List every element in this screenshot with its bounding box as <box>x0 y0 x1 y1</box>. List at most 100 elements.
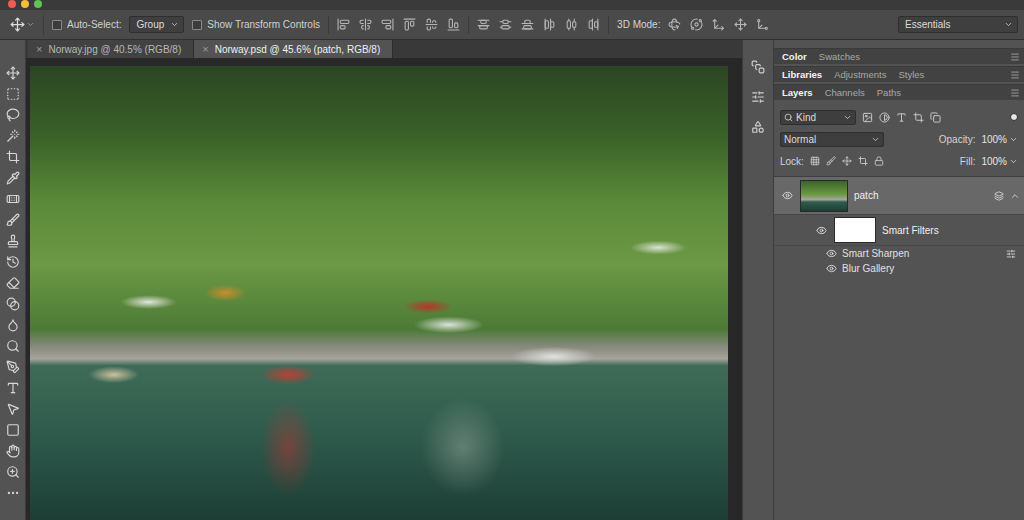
adjustment-filter-icon[interactable] <box>879 112 890 123</box>
smart-filters-row[interactable]: Smart Filters <box>774 215 1024 246</box>
distribute-horizontal-center-icon[interactable] <box>565 18 578 31</box>
distribute-vertical-center-icon[interactable] <box>499 18 512 31</box>
document-image[interactable] <box>30 66 728 520</box>
move-tool-icon[interactable] <box>6 66 20 80</box>
zoom-window-button[interactable] <box>34 0 42 8</box>
smart-filter-row[interactable]: Blur Gallery <box>774 261 1024 276</box>
panel-tab[interactable]: Swatches <box>813 50 866 63</box>
eraser-tool-icon[interactable] <box>6 276 20 290</box>
visibility-toggle[interactable] <box>824 247 838 261</box>
panel-tab[interactable]: Color <box>776 50 813 63</box>
type-filter-icon[interactable] <box>896 112 907 123</box>
tool-preset-picker[interactable] <box>10 15 44 35</box>
distribute-left-icon[interactable] <box>543 18 556 31</box>
healing-brush-tool-icon[interactable] <box>6 192 20 206</box>
drag-3d-icon[interactable] <box>712 18 725 31</box>
type-tool-icon[interactable] <box>6 381 20 395</box>
pen-tool-icon[interactable] <box>6 360 20 374</box>
panel-tab[interactable]: Paths <box>871 86 907 99</box>
align-left-icon[interactable] <box>403 18 416 31</box>
panel-menu-button[interactable] <box>1010 88 1020 98</box>
roll-3d-icon[interactable] <box>690 18 703 31</box>
blur-tool-icon[interactable] <box>6 318 20 332</box>
document-tab[interactable]: ×Norway.jpg @ 40.5% (RGB/8) <box>28 40 194 58</box>
distribute-bottom-icon[interactable] <box>521 18 534 31</box>
marquee-tool-icon[interactable] <box>6 87 20 101</box>
align-vertical-center-icon[interactable] <box>359 18 372 31</box>
panel-tab[interactable]: Channels <box>819 86 871 99</box>
brush-tool-icon[interactable] <box>6 213 20 227</box>
visibility-toggle[interactable] <box>824 262 838 276</box>
lock-all-icon[interactable] <box>874 156 884 166</box>
pixel-filter-icon[interactable] <box>862 112 873 123</box>
crop-tool-icon[interactable] <box>6 150 20 164</box>
lock-pixels-icon[interactable] <box>826 156 836 166</box>
auto-select-checkbox[interactable]: Auto-Select: <box>52 19 121 30</box>
align-horizontal-center-icon[interactable] <box>425 18 438 31</box>
collapse-chevron-icon[interactable] <box>1010 191 1020 201</box>
distribute-top-icon[interactable] <box>477 18 490 31</box>
smart-filter-row[interactable]: Smart Sharpen <box>774 246 1024 261</box>
visibility-toggle[interactable] <box>814 223 828 237</box>
checkbox[interactable] <box>192 20 202 30</box>
clone-stamp-tool-icon[interactable] <box>6 234 20 248</box>
panel-menu-button[interactable] <box>1010 52 1020 62</box>
panel-tab[interactable]: Adjustments <box>828 68 892 81</box>
align-right-icon[interactable] <box>447 18 460 31</box>
gradient-tool-icon[interactable] <box>6 297 20 311</box>
rotate-3d-icon[interactable] <box>668 18 681 31</box>
chevron-down-icon <box>26 20 35 29</box>
quick-selection-tool-icon[interactable] <box>6 129 20 143</box>
search-icon <box>784 113 793 122</box>
panel-tab[interactable]: Layers <box>776 86 819 99</box>
filter-kind-dropdown[interactable]: Kind <box>780 110 856 125</box>
filter-blending-options-icon[interactable] <box>1006 249 1016 259</box>
minimize-window-button[interactable] <box>21 0 29 8</box>
eyedropper-tool-icon[interactable] <box>6 171 20 185</box>
rectangle-tool-icon[interactable] <box>6 423 20 437</box>
shapes-panel-icon[interactable] <box>751 120 765 134</box>
history-brush-tool-icon[interactable] <box>6 255 20 269</box>
align-top-icon[interactable] <box>337 18 350 31</box>
lock-transparency-icon[interactable] <box>810 156 820 166</box>
chevron-down-icon <box>170 20 179 29</box>
transform-controls-checkbox[interactable]: Show Transform Controls <box>192 19 320 30</box>
visibility-toggle[interactable] <box>780 189 794 203</box>
close-window-button[interactable] <box>8 0 16 8</box>
hand-tool-icon[interactable] <box>6 444 20 458</box>
smart-object-filter-icon[interactable] <box>930 112 941 123</box>
distribute-right-icon[interactable] <box>587 18 600 31</box>
shape-filter-icon[interactable] <box>913 112 924 123</box>
layer-name[interactable]: patch <box>854 190 878 201</box>
slide-3d-icon[interactable] <box>734 18 747 31</box>
panel-tab[interactable]: Libraries <box>776 68 828 81</box>
blend-mode-dropdown[interactable]: Normal <box>780 132 884 147</box>
lasso-tool-icon[interactable] <box>6 108 20 122</box>
scale-3d-icon[interactable] <box>756 18 769 31</box>
opacity-field[interactable]: 100% <box>981 134 1018 145</box>
history-panel-icon[interactable] <box>751 60 765 74</box>
more-tools-icon[interactable] <box>6 486 20 500</box>
checkbox[interactable] <box>52 20 62 30</box>
properties-panel-icon[interactable] <box>751 90 765 104</box>
lock-artboard-icon[interactable] <box>858 156 868 166</box>
zoom-tool-icon[interactable] <box>6 465 20 479</box>
opacity-label: Opacity: <box>939 134 976 145</box>
auto-select-target-dropdown[interactable]: Group <box>129 16 184 33</box>
document-tab[interactable]: ×Norway.psd @ 45.6% (patch, RGB/8) <box>194 40 393 58</box>
close-tab-button[interactable]: × <box>202 43 208 55</box>
lock-position-icon[interactable] <box>842 156 852 166</box>
dodge-tool-icon[interactable] <box>6 339 20 353</box>
close-tab-button[interactable]: × <box>36 43 42 55</box>
smart-object-badge-icon <box>994 191 1004 201</box>
path-selection-tool-icon[interactable] <box>6 402 20 416</box>
layers-panel: KindNormalOpacity:100%Lock:Fill:100%patc… <box>774 102 1024 276</box>
fill-field[interactable]: 100% <box>981 156 1018 167</box>
layer-row[interactable]: patch <box>774 177 1024 215</box>
filter-toggle[interactable] <box>1010 113 1018 121</box>
menu-icon <box>1010 88 1020 98</box>
panel-tab[interactable]: Styles <box>892 68 930 81</box>
workspace-dropdown[interactable]: Essentials <box>898 16 1018 33</box>
panel-menu-button[interactable] <box>1010 70 1020 80</box>
align-bottom-icon[interactable] <box>381 18 394 31</box>
